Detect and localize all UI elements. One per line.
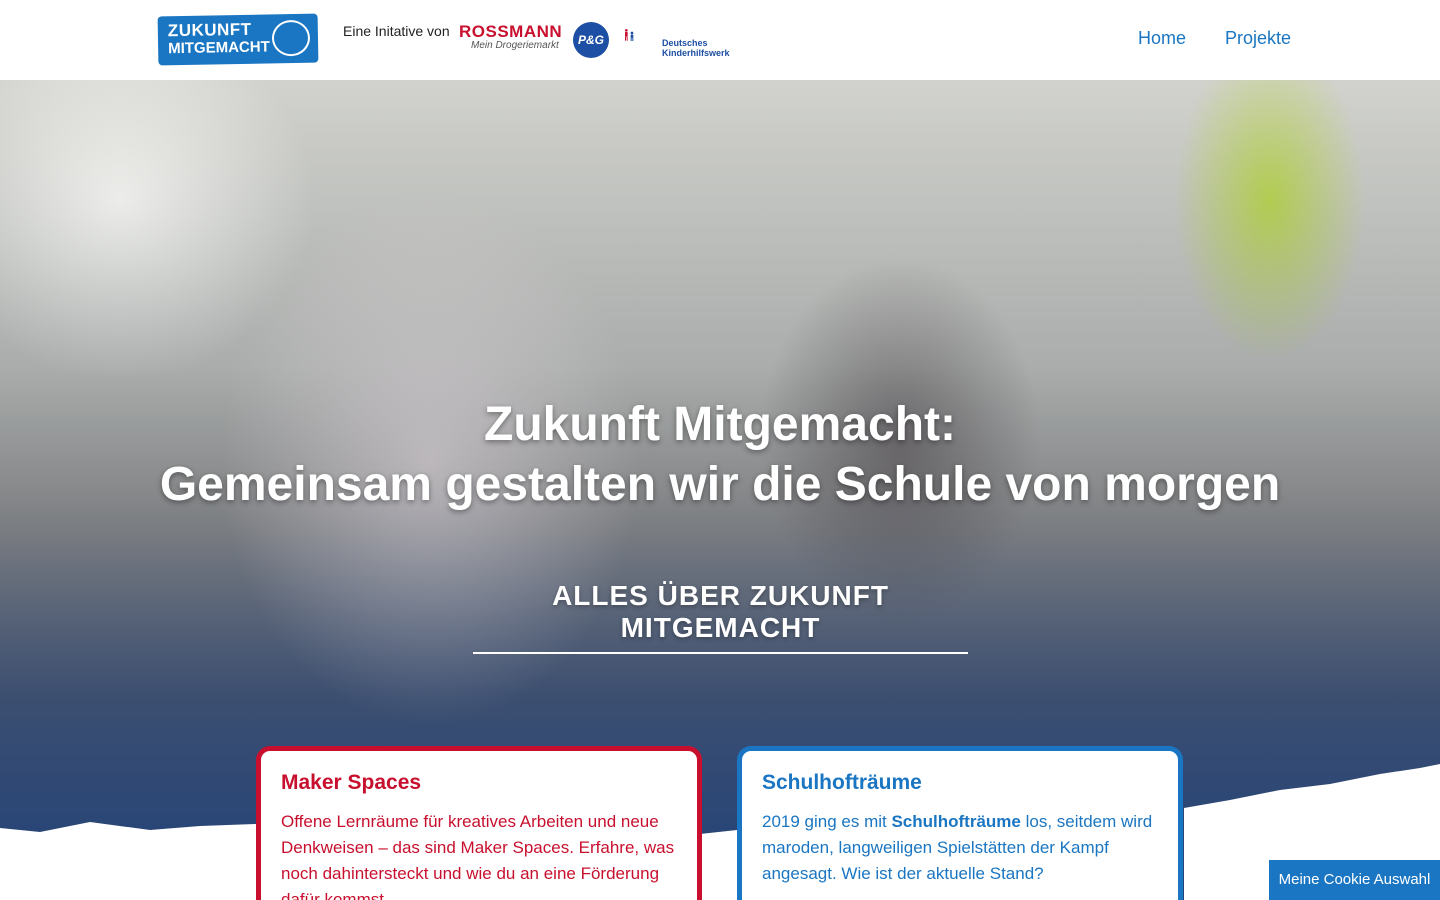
- hero-title-line2: Gemeinsam gestalten wir die Schule von m…: [159, 458, 1281, 511]
- nav-home[interactable]: Home: [1138, 28, 1186, 49]
- rossmann-logo: ROSSMANN Mein Drogeriemarkt: [459, 22, 562, 51]
- about-cta-link[interactable]: ALLES ÜBER ZUKUNFT MITGEMACHT: [473, 580, 968, 654]
- card-text: 2019 ging es mit Schulhofträume los, sei…: [762, 809, 1158, 887]
- pg-logo: P&G: [573, 22, 609, 58]
- rossmann-tagline: Mein Drogeriemarkt: [471, 40, 559, 51]
- cookie-settings-button[interactable]: Meine Cookie Auswahl: [1269, 860, 1440, 900]
- nav-projekte[interactable]: Projekte: [1225, 28, 1291, 49]
- kinderhilfswerk-figures-icon: [625, 29, 634, 41]
- card-text: Offene Lernräume für kreatives Arbeiten …: [281, 812, 675, 900]
- logo-text-line2: MITGEMACHT: [168, 38, 270, 58]
- rossmann-wordmark: ROSSMANN: [459, 22, 563, 41]
- site-header: ZUKUNFT MITGEMACHT Eine Initative von RO…: [0, 0, 1440, 80]
- initiative-label: Eine Initative von: [343, 23, 450, 39]
- card-title: Maker Spaces: [281, 771, 422, 794]
- torn-paper-edge: [0, 764, 1440, 900]
- kinderhilfswerk-logo: Deutsches Kinderhilfswerk: [624, 20, 730, 60]
- card-schulhoftraeume[interactable]: Schulhofträume 2019 ging es mit Schulhof…: [737, 746, 1183, 900]
- card-text-bold: Schulhofträume: [891, 812, 1021, 831]
- logo-faces-icon: [271, 19, 311, 57]
- zukunft-mitgemacht-logo[interactable]: ZUKUNFT MITGEMACHT: [157, 13, 319, 66]
- kinderhilfswerk-line1: Deutsches: [662, 38, 708, 48]
- kinderhilfswerk-line2: Kinderhilfswerk: [662, 48, 730, 58]
- card-maker-spaces[interactable]: Maker Spaces Offene Lernräume für kreati…: [256, 746, 702, 900]
- hero-title: Zukunft Mitgemacht: Gemeinsam gestalten …: [0, 395, 1440, 515]
- hero-title-line1: Zukunft Mitgemacht:: [484, 398, 956, 451]
- kinderhilfswerk-text: Deutsches Kinderhilfswerk: [662, 38, 730, 58]
- card-title: Schulhofträume: [762, 771, 922, 794]
- card-text-part1: 2019 ging es mit: [762, 812, 892, 831]
